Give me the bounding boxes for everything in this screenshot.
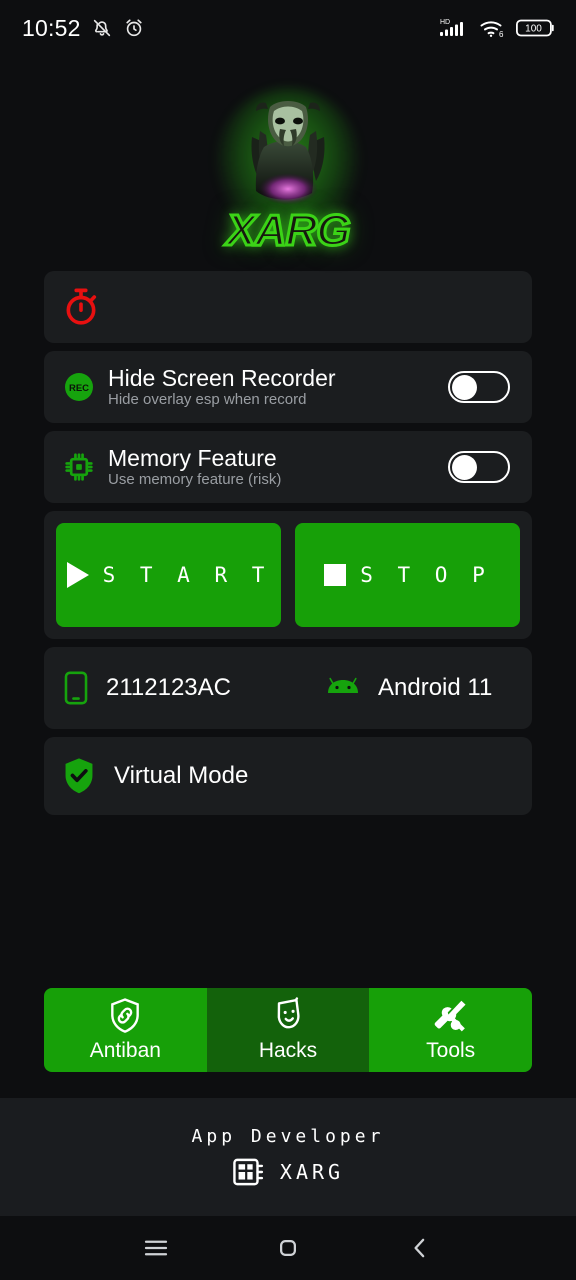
home-icon[interactable] bbox=[260, 1220, 316, 1276]
battery-icon: 100 bbox=[516, 17, 556, 39]
tab-label: Tools bbox=[426, 1039, 476, 1062]
device-model-cell: 2112123AC bbox=[62, 670, 324, 706]
device-model-value: 2112123AC bbox=[106, 674, 231, 701]
device-os-cell: Android 11 bbox=[324, 674, 492, 702]
status-bar-left: 10:52 bbox=[22, 15, 145, 42]
device-os-value: Android 11 bbox=[378, 674, 493, 701]
tab-hacks[interactable]: Hacks bbox=[206, 988, 370, 1072]
tab-label: Hacks bbox=[258, 1039, 318, 1062]
shield-link-icon bbox=[108, 997, 142, 1035]
start-button-label: S T A R T bbox=[102, 563, 271, 587]
memory-chip-icon bbox=[62, 450, 108, 484]
tab-label: Antiban bbox=[89, 1039, 161, 1062]
status-time: 10:52 bbox=[22, 14, 81, 41]
svg-text:6: 6 bbox=[499, 30, 504, 39]
actions-card: S T A R T S T O P bbox=[44, 511, 532, 639]
mute-bell-icon bbox=[91, 17, 113, 39]
setting-card-memory-feature: Memory Feature Use memory feature (risk) bbox=[44, 431, 532, 503]
android-nav-bar bbox=[0, 1216, 576, 1280]
phone-icon bbox=[62, 670, 90, 706]
recents-icon[interactable] bbox=[128, 1220, 184, 1276]
stop-button[interactable]: S T O P bbox=[295, 523, 520, 627]
shield-check-icon bbox=[62, 756, 96, 796]
hd-signal-icon: HD bbox=[440, 16, 470, 40]
app-root: 10:52 HD 6 100 XARG REC Hide Screen Reco… bbox=[0, 0, 576, 1280]
start-button[interactable]: S T A R T bbox=[56, 523, 281, 627]
alarm-clock-icon bbox=[123, 17, 145, 39]
setting-title: Memory Feature bbox=[108, 445, 277, 472]
toggle-memory-feature[interactable] bbox=[448, 451, 510, 483]
battery-level-text: 100 bbox=[525, 24, 542, 35]
tab-tools[interactable]: Tools bbox=[369, 988, 532, 1072]
device-info-card: 2112123AC Android 11 bbox=[44, 647, 532, 729]
back-icon[interactable] bbox=[392, 1220, 448, 1276]
bottom-tab-bar: Antiban Hacks Tools bbox=[44, 988, 532, 1072]
toggle-knob bbox=[452, 375, 477, 400]
svg-text:REC: REC bbox=[69, 383, 89, 394]
setting-title: Hide Screen Recorder bbox=[108, 365, 336, 392]
setting-subtitle: Hide overlay esp when record bbox=[108, 391, 307, 409]
footer-title: App Developer bbox=[191, 1125, 385, 1147]
status-bar-right: HD 6 100 bbox=[440, 16, 556, 40]
chip-icon bbox=[232, 1155, 266, 1189]
app-logo: XARG bbox=[0, 56, 576, 271]
theater-mask-icon bbox=[271, 997, 305, 1035]
developer-credit: XARG bbox=[232, 1155, 344, 1189]
stopwatch-icon bbox=[62, 286, 100, 328]
wifi6-icon: 6 bbox=[479, 16, 507, 40]
svg-text:HD: HD bbox=[440, 19, 450, 26]
toggle-hide-screen-recorder[interactable] bbox=[448, 371, 510, 403]
logo-wordmark: XARG bbox=[225, 205, 352, 255]
timer-card[interactable] bbox=[44, 271, 532, 343]
developer-name: XARG bbox=[279, 1159, 345, 1184]
setting-row-hide-screen-recorder[interactable]: REC Hide Screen Recorder Hide overlay es… bbox=[44, 351, 532, 423]
setting-subtitle: Use memory feature (risk) bbox=[108, 471, 282, 489]
tab-antiban[interactable]: Antiban bbox=[44, 988, 207, 1072]
toggle-knob bbox=[452, 455, 477, 480]
status-bar: 10:52 HD 6 100 bbox=[0, 0, 576, 56]
rec-icon: REC bbox=[62, 370, 108, 404]
virtual-mode-card[interactable]: Virtual Mode bbox=[44, 737, 532, 815]
footer: App Developer XARG bbox=[0, 1098, 576, 1216]
play-icon bbox=[66, 562, 89, 588]
predator-mascot-icon bbox=[251, 100, 325, 205]
stop-button-label: S T O P bbox=[360, 563, 491, 587]
wrench-screwdriver-icon bbox=[433, 997, 469, 1035]
setting-card-hide-screen-recorder: REC Hide Screen Recorder Hide overlay es… bbox=[44, 351, 532, 423]
android-icon bbox=[324, 674, 362, 702]
virtual-mode-label: Virtual Mode bbox=[114, 762, 249, 789]
setting-row-memory-feature[interactable]: Memory Feature Use memory feature (risk) bbox=[44, 431, 532, 503]
stop-square-icon bbox=[324, 564, 347, 586]
